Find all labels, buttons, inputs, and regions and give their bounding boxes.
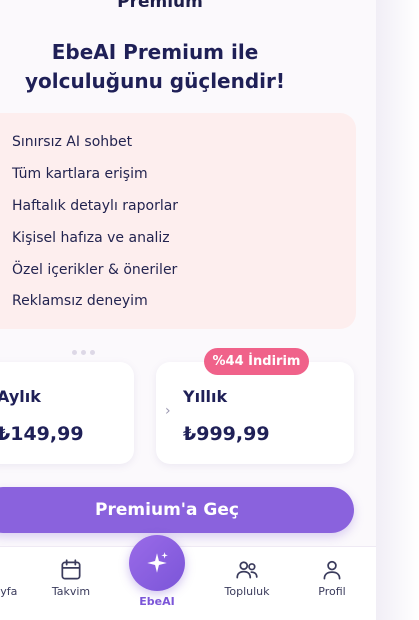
- feature-item: Haftalık detaylı raporlar: [12, 198, 179, 214]
- feature-list: Sınırsız AI sohbet Tüm kartlara erişim H…: [0, 113, 356, 329]
- plan-card-monthly[interactable]: Aylık ₺149,99: [0, 362, 134, 464]
- ai-button: [129, 535, 185, 591]
- headline-line-2: yolculuğunu güçlendir!: [24, 69, 286, 93]
- plan-title: Yıllık: [183, 387, 228, 406]
- tab-label: Topluluk: [224, 585, 270, 598]
- headline: EbeAI Premium ile yolculuğunu güçlendir!: [0, 38, 310, 96]
- discount-badge: %44 İndirim: [204, 348, 309, 375]
- sparkle-icon: [147, 552, 168, 573]
- page-indicator: [72, 340, 99, 359]
- page-dot: [90, 350, 95, 355]
- chevron-right-icon: ›: [165, 403, 171, 419]
- feature-item: Özel içerikler & öneriler: [12, 262, 178, 278]
- page-title: Premium: [117, 0, 203, 12]
- tab-ebeai[interactable]: EbeAI: [126, 535, 188, 608]
- home-icon: [0, 557, 15, 583]
- tab-home[interactable]: Sayfa: [0, 557, 32, 598]
- feature-item: Sınırsız AI sohbet: [12, 134, 133, 150]
- feature-item: Tüm kartlara erişim: [12, 166, 148, 182]
- tab-label: Profil: [318, 585, 346, 598]
- tab-label: Takvim: [51, 585, 91, 598]
- feature-item: Kişisel hafıza ve analiz: [12, 230, 170, 246]
- headline-line-1: EbeAI Premium ile: [51, 40, 259, 64]
- bottom-tab-bar: Sayfa Takvim EbeAI: [0, 535, 376, 620]
- community-icon: [236, 561, 258, 579]
- plan-card-yearly[interactable]: › Yıllık ₺999,99: [156, 362, 354, 464]
- tab-label: Sayfa: [0, 585, 18, 598]
- tab-label: EbeAI: [139, 595, 175, 608]
- tab-calendar[interactable]: Takvim: [41, 557, 101, 598]
- plan-title: Aylık: [0, 387, 41, 406]
- premium-screen: Premium EbeAI Premium ile yolculuğunu gü…: [0, 0, 376, 620]
- profile-icon: [323, 560, 341, 580]
- premium-cta-button[interactable]: Premium'a Geç: [0, 487, 354, 533]
- page-dot: [72, 350, 77, 355]
- plan-price: ₺999,99: [183, 423, 270, 445]
- background-gutter: [376, 0, 419, 620]
- calendar-icon: [61, 559, 81, 580]
- tab-community[interactable]: Topluluk: [217, 557, 277, 598]
- plan-price: ₺149,99: [0, 423, 84, 445]
- feature-item: Reklamsız deneyim: [12, 293, 148, 309]
- page-dot: [81, 350, 86, 355]
- tab-profile[interactable]: Profil: [302, 557, 362, 598]
